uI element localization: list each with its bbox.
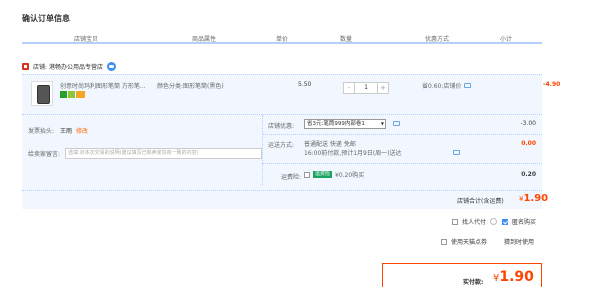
invoice-label: 发票抬头: xyxy=(28,128,55,135)
insurance-option: 运费险 ¥0.20购买 xyxy=(304,170,364,179)
anonymous-label: 匿名购买 xyxy=(512,219,537,226)
col-header-quantity: 数量 xyxy=(340,36,353,43)
product-thumbnail[interactable] xyxy=(31,81,53,106)
quantity-plus-button[interactable]: + xyxy=(377,82,389,94)
help-icon[interactable] xyxy=(490,218,498,225)
discount-info-icon[interactable] xyxy=(464,83,472,88)
shipping-method: 普通配送 快递 免邮 xyxy=(304,141,356,148)
anonymous-option: 匿名购买 xyxy=(502,217,536,226)
item-discount-text: 省0.60:店铺价 xyxy=(422,83,462,90)
shop-name-link[interactable]: 港畅办公用品专营店 xyxy=(49,62,103,71)
coupon-value: -3.00 xyxy=(520,120,536,127)
tmall-points-label: 使用天猫点券 xyxy=(451,239,488,246)
quantity-stepper: - 1 + xyxy=(343,82,389,94)
payment-icon xyxy=(76,91,85,98)
order-table-header: 店铺宝贝 商品属性 单价 数量 优惠方式 小计 xyxy=(22,32,542,44)
message-label: 给卖家留言: xyxy=(28,151,61,158)
panel-divider xyxy=(262,115,263,185)
coupon-select[interactable]: 省3元:笔筒999内部卷1 xyxy=(304,119,386,129)
shipping-label: 运送方式: xyxy=(268,142,295,149)
coupon-label: 店铺优惠: xyxy=(268,123,295,130)
insurance-price: ¥0.20购买 xyxy=(335,172,365,179)
product-title-link[interactable]: 创意时尚玛利图形笔筒 方形笔... xyxy=(60,81,150,90)
store-total-value: 1.90 xyxy=(523,193,549,204)
shipping-arrival: 预计1月9日(周一)送达 xyxy=(341,150,402,157)
item-subtotal: -4.90 xyxy=(543,81,561,88)
store-total-label: 店铺合计(含运费) xyxy=(457,198,504,205)
shipping-cutoff: 16:00前付款, xyxy=(304,150,342,157)
find-payer-checkbox[interactable] xyxy=(452,218,458,225)
col-header-discount: 优惠方式 xyxy=(425,36,450,43)
shipping-value: 0.00 xyxy=(521,140,536,147)
final-payment-label: 实付款: xyxy=(463,279,484,286)
seller-message-input[interactable]: 选填:对本次交易的说明(建议填写已和卖家协商一致的内容) xyxy=(65,148,262,159)
page-title: 确认订单信息 xyxy=(22,14,70,23)
store-total-amount: ¥1.90 xyxy=(519,193,548,204)
quantity-input[interactable]: 1 xyxy=(355,82,377,94)
quantity-minus-button[interactable]: - xyxy=(343,82,355,94)
find-payer-option: 找人代付 xyxy=(452,217,498,226)
insurance-checkbox[interactable] xyxy=(304,171,310,178)
points-note: 猜到时使用 xyxy=(504,237,534,246)
shipping-details: 普通配送 快递 免邮 16:00前付款,预计1月9日(周一)送达 xyxy=(304,140,402,158)
points-note-label: 猜到时使用 xyxy=(504,239,535,246)
store-total-row: 店铺合计(含运费) ¥1.90 xyxy=(22,190,548,209)
find-payer-label: 找人代付 xyxy=(462,219,487,226)
seven-day-return-icon xyxy=(60,91,67,98)
tmall-points-option: 使用天猫点券 xyxy=(441,237,487,246)
shipping-info-icon[interactable] xyxy=(453,150,460,155)
col-header-attributes: 商品属性 xyxy=(192,36,217,43)
insurance-tag: 运费险 xyxy=(313,171,333,178)
shop-row: 店铺: 港畅办公用品专营店 xyxy=(22,60,117,72)
shop-label: 店铺: xyxy=(33,63,48,71)
shipping-eta: 16:00前付款,预计1月9日(周一)送达 xyxy=(304,149,402,158)
col-header-shop-item: 店铺宝贝 xyxy=(74,36,99,43)
tmall-shop-icon xyxy=(22,62,29,70)
unit-price: 5.50 xyxy=(298,81,312,88)
item-discount: 省0.60:店铺价 xyxy=(422,81,472,90)
tmall-points-checkbox[interactable] xyxy=(441,238,447,245)
row-divider xyxy=(262,163,542,164)
row-divider xyxy=(262,134,542,135)
invoice-edit-link[interactable]: 修改 xyxy=(76,126,88,135)
wangwang-chat-icon[interactable] xyxy=(107,61,117,71)
insurance-value: 0.20 xyxy=(521,171,536,178)
product-spec: 颜色分类:图形笔筒(黑色) xyxy=(157,83,224,90)
service-badges xyxy=(60,91,85,98)
insurance-label: 运费险: xyxy=(281,174,302,181)
final-payment-amount: ¥1.90 xyxy=(493,269,534,285)
invoice-value: 王雨 xyxy=(60,128,73,135)
order-item-row: 创意时尚玛利图形笔筒 方形笔... 颜色分类:图形笔筒(黑色) 5.50 - 1… xyxy=(22,74,560,114)
final-payment-box: 实付款: ¥1.90 xyxy=(382,263,542,287)
guarantee-icon xyxy=(68,91,75,98)
anonymous-checkbox[interactable] xyxy=(502,218,508,225)
coupon-info-icon[interactable] xyxy=(393,121,400,126)
col-header-subtotal: 小计 xyxy=(500,36,513,43)
final-payment-value: 1.90 xyxy=(499,269,534,285)
col-header-unit-price: 单价 xyxy=(276,36,289,43)
